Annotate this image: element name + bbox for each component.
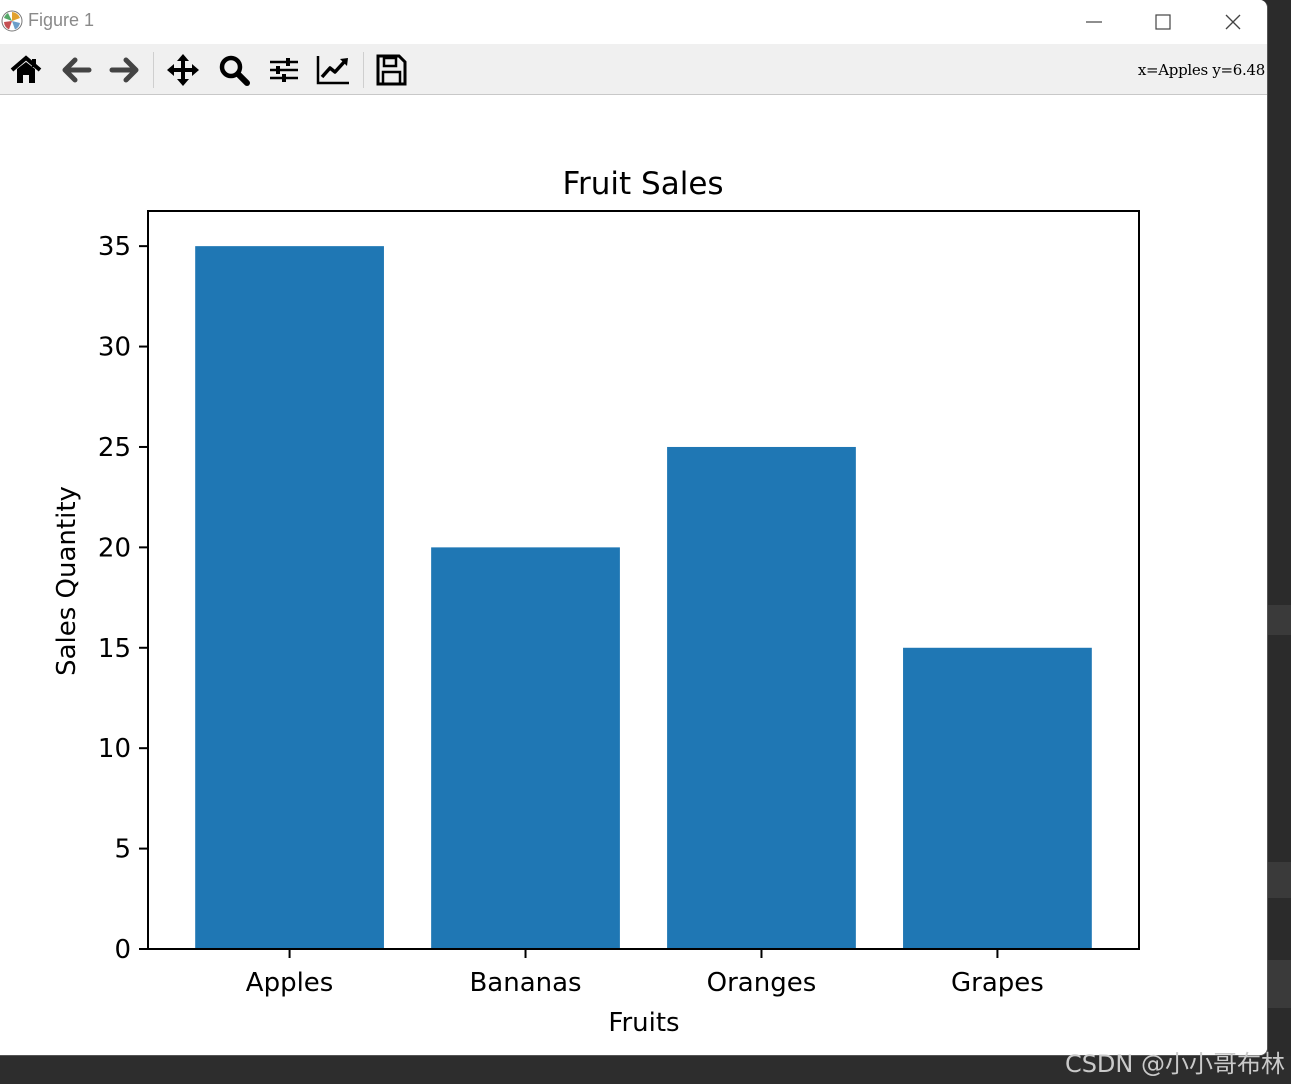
edit-axes-button[interactable] <box>316 53 350 87</box>
sliders-icon <box>270 58 298 82</box>
zoom-button[interactable] <box>217 53 251 87</box>
floppy-disk-icon <box>376 54 407 86</box>
y-tick-label: 35 <box>98 232 131 262</box>
bar-oranges <box>667 446 856 949</box>
pan-button[interactable] <box>166 53 200 87</box>
x-axis: Apples Bananas Oranges Grapes <box>246 949 1044 998</box>
bar-grapes <box>903 647 1092 949</box>
configure-subplots-button[interactable] <box>267 53 301 87</box>
x-tick-label: Bananas <box>469 968 581 998</box>
forward-button[interactable] <box>108 53 142 87</box>
bar-bananas <box>431 547 620 949</box>
close-icon <box>1225 14 1241 30</box>
back-button[interactable] <box>59 53 93 87</box>
y-tick-label: 0 <box>114 935 131 965</box>
minimize-button[interactable] <box>1072 6 1116 38</box>
toolbar-separator <box>153 52 154 88</box>
back-arrow-icon <box>62 57 92 83</box>
bar-apples <box>195 246 384 950</box>
maximize-button[interactable] <box>1140 6 1184 38</box>
save-button[interactable] <box>374 53 408 87</box>
figure-window: Figure 1 x=Apples y=6.48 Fruit Sales 0 5… <box>0 0 1268 1056</box>
y-axis-label: Sales Quantity <box>52 486 82 676</box>
y-tick-label: 30 <box>98 333 131 363</box>
x-tick-label: Grapes <box>951 968 1044 998</box>
y-axis: 0 5 10 15 20 25 30 35 <box>98 232 148 965</box>
chart-title: Fruit Sales <box>562 166 723 202</box>
x-tick-label: Apples <box>246 968 334 998</box>
y-tick-label: 10 <box>98 734 131 764</box>
close-button[interactable] <box>1211 6 1255 38</box>
home-icon <box>10 55 42 83</box>
cursor-coordinates: x=Apples y=6.48 <box>1137 61 1265 79</box>
home-button[interactable] <box>9 53 43 87</box>
bar-chart[interactable]: Fruit Sales 0 5 10 15 20 25 30 35 Apples Bananas… <box>0 95 1267 1055</box>
figure-canvas: Fruit Sales 0 5 10 15 20 25 30 35 Apples Bananas… <box>0 95 1267 1055</box>
window-title: Figure 1 <box>28 10 95 30</box>
background-strip <box>1268 0 1291 1084</box>
y-tick-label: 15 <box>98 634 131 664</box>
background-band <box>1268 960 1291 1008</box>
x-axis-label: Fruits <box>608 1008 679 1038</box>
maximize-icon <box>1155 14 1171 30</box>
magnifier-icon <box>219 55 250 86</box>
x-tick-label: Oranges <box>707 968 817 998</box>
bars-group <box>195 246 1092 950</box>
matplotlib-logo-icon <box>1 10 23 32</box>
minimize-icon <box>1086 21 1102 23</box>
title-bar[interactable]: Figure 1 <box>0 0 1267 44</box>
y-tick-label: 25 <box>98 433 131 463</box>
navigation-toolbar: x=Apples y=6.48 <box>0 44 1267 95</box>
y-tick-label: 5 <box>114 835 131 865</box>
background-band <box>1268 605 1291 635</box>
line-chart-icon <box>316 56 349 85</box>
background-band <box>1268 862 1291 898</box>
watermark: CSDN @小小哥布林 <box>1064 1050 1285 1078</box>
forward-arrow-icon <box>109 57 139 83</box>
y-tick-label: 20 <box>98 533 131 563</box>
toolbar-separator <box>363 52 364 88</box>
move-icon <box>167 54 199 86</box>
